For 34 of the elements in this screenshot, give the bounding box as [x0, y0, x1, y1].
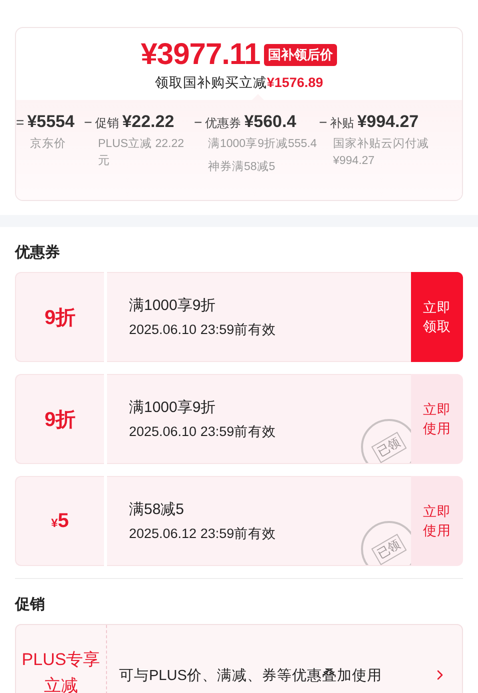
- discount-summary: 领取国补购买立减¥1576.89: [154, 74, 324, 92]
- section-title: 促销: [15, 595, 46, 615]
- coupon-condition: 满58减5: [129, 500, 186, 518]
- coupon-button[interactable]: 立即领取: [411, 272, 463, 362]
- breakdown-amount: ¥994.27: [357, 112, 419, 132]
- breakdown-note: 京东价: [30, 136, 67, 152]
- breakdown-amount: ¥5554: [27, 112, 74, 132]
- price-badge: 国补领后价: [264, 44, 338, 66]
- operator-sign: −: [84, 114, 92, 130]
- breakdown-note: 国家补贴云闪付减¥994.27: [333, 136, 430, 169]
- coupon-value: ¥5: [51, 510, 69, 532]
- coupon-value: 9折: [44, 306, 76, 330]
- breakdown-label: 促销: [95, 115, 120, 132]
- coupon-validity: 2025.06.10 23:59前有效: [129, 320, 278, 338]
- coupon-validity: 2025.06.12 23:59前有效: [129, 524, 278, 542]
- coupon-condition: 满1000享9折: [129, 398, 217, 416]
- breakdown-label: 补贴: [330, 115, 354, 132]
- coupon-button[interactable]: 立即使用: [411, 476, 463, 566]
- coupon-button[interactable]: 立即使用: [411, 374, 463, 464]
- operator-sign: =: [16, 114, 24, 130]
- section-title: 优惠券: [15, 243, 61, 263]
- coupon-condition: 满1000享9折: [129, 296, 217, 314]
- operator-sign: −: [319, 114, 328, 130]
- promo-description: 可与PLUS价、满减、券等优惠叠加使用: [118, 666, 383, 684]
- breakdown-note: 神券满58减5: [208, 160, 276, 175]
- coupon-validity: 2025.06.10 23:59前有效: [129, 422, 278, 440]
- breakdown-note: 满1000享9折减555.4: [208, 136, 318, 152]
- coupon-value: 9折: [44, 408, 76, 432]
- breakdown-amount: ¥22.22: [122, 112, 174, 132]
- final-price: ¥3977.11: [140, 38, 260, 72]
- breakdown-label: 优惠券: [205, 115, 242, 132]
- breakdown-amount: ¥560.4: [244, 112, 296, 132]
- breakdown-note: PLUS立减 22.22元: [98, 136, 186, 169]
- operator-sign: −: [194, 114, 202, 130]
